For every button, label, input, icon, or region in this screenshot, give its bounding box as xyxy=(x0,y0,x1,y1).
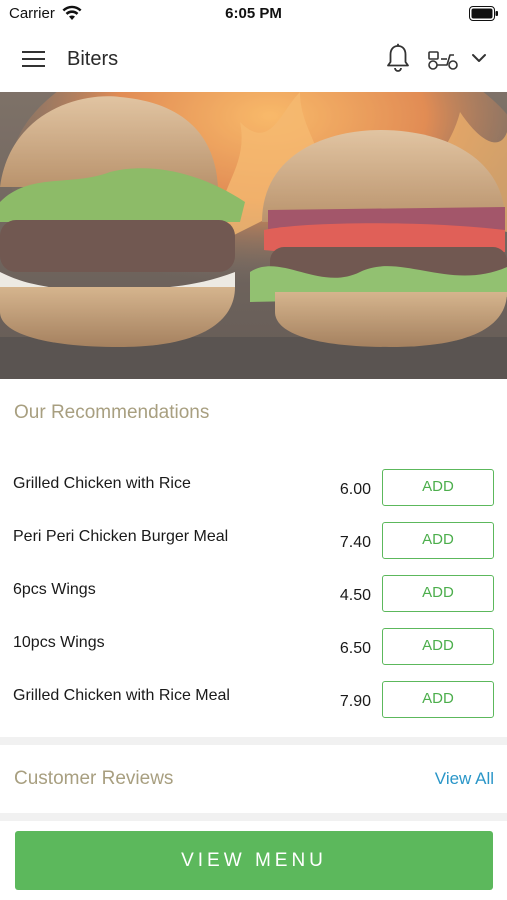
section-divider xyxy=(0,813,507,821)
add-button[interactable]: ADD xyxy=(382,469,494,506)
item-name: Grilled Chicken with Rice xyxy=(13,475,191,492)
item-price: 4.50 xyxy=(339,587,371,604)
item-price: 7.90 xyxy=(339,693,371,710)
item-name: Peri Peri Chicken Burger Meal xyxy=(13,528,229,545)
list-item: Grilled Chicken with Rice Meal 7.90 ADD xyxy=(0,679,507,732)
item-name: Grilled Chicken with Rice Meal xyxy=(13,687,230,704)
view-menu-button[interactable]: VIEW MENU xyxy=(15,831,493,890)
scooter-icon[interactable] xyxy=(427,47,459,71)
burgers-hero-image xyxy=(0,92,507,379)
chevron-down-icon[interactable] xyxy=(470,51,488,65)
item-price: 6.00 xyxy=(339,481,371,498)
add-button[interactable]: ADD xyxy=(382,575,494,612)
list-item: Peri Peri Chicken Burger Meal 7.40 ADD xyxy=(0,520,507,573)
item-price: 6.50 xyxy=(339,640,371,657)
list-item: Grilled Chicken with Rice 6.00 ADD xyxy=(0,467,507,520)
bell-icon[interactable] xyxy=(385,43,411,73)
item-price: 7.40 xyxy=(339,534,371,551)
battery-icon xyxy=(469,6,498,21)
nav-bar: Biters xyxy=(0,28,507,92)
page-title: Biters xyxy=(67,48,119,70)
add-button[interactable]: ADD xyxy=(382,522,494,559)
item-name: 10pcs Wings xyxy=(13,634,105,651)
add-button[interactable]: ADD xyxy=(382,681,494,718)
reviews-title: Customer Reviews xyxy=(14,768,174,789)
view-all-link[interactable]: View All xyxy=(435,769,494,789)
status-time: 6:05 PM xyxy=(225,5,282,22)
item-name: 6pcs Wings xyxy=(13,581,96,598)
add-button[interactable]: ADD xyxy=(382,628,494,665)
section-divider xyxy=(0,737,507,745)
recommendations-title: Our Recommendations xyxy=(14,402,210,423)
status-bar: Carrier 6:05 PM xyxy=(0,0,507,28)
menu-icon[interactable] xyxy=(22,49,46,69)
hero-image xyxy=(0,92,507,379)
list-item: 6pcs Wings 4.50 ADD xyxy=(0,573,507,626)
list-item: 10pcs Wings 6.50 ADD xyxy=(0,626,507,679)
